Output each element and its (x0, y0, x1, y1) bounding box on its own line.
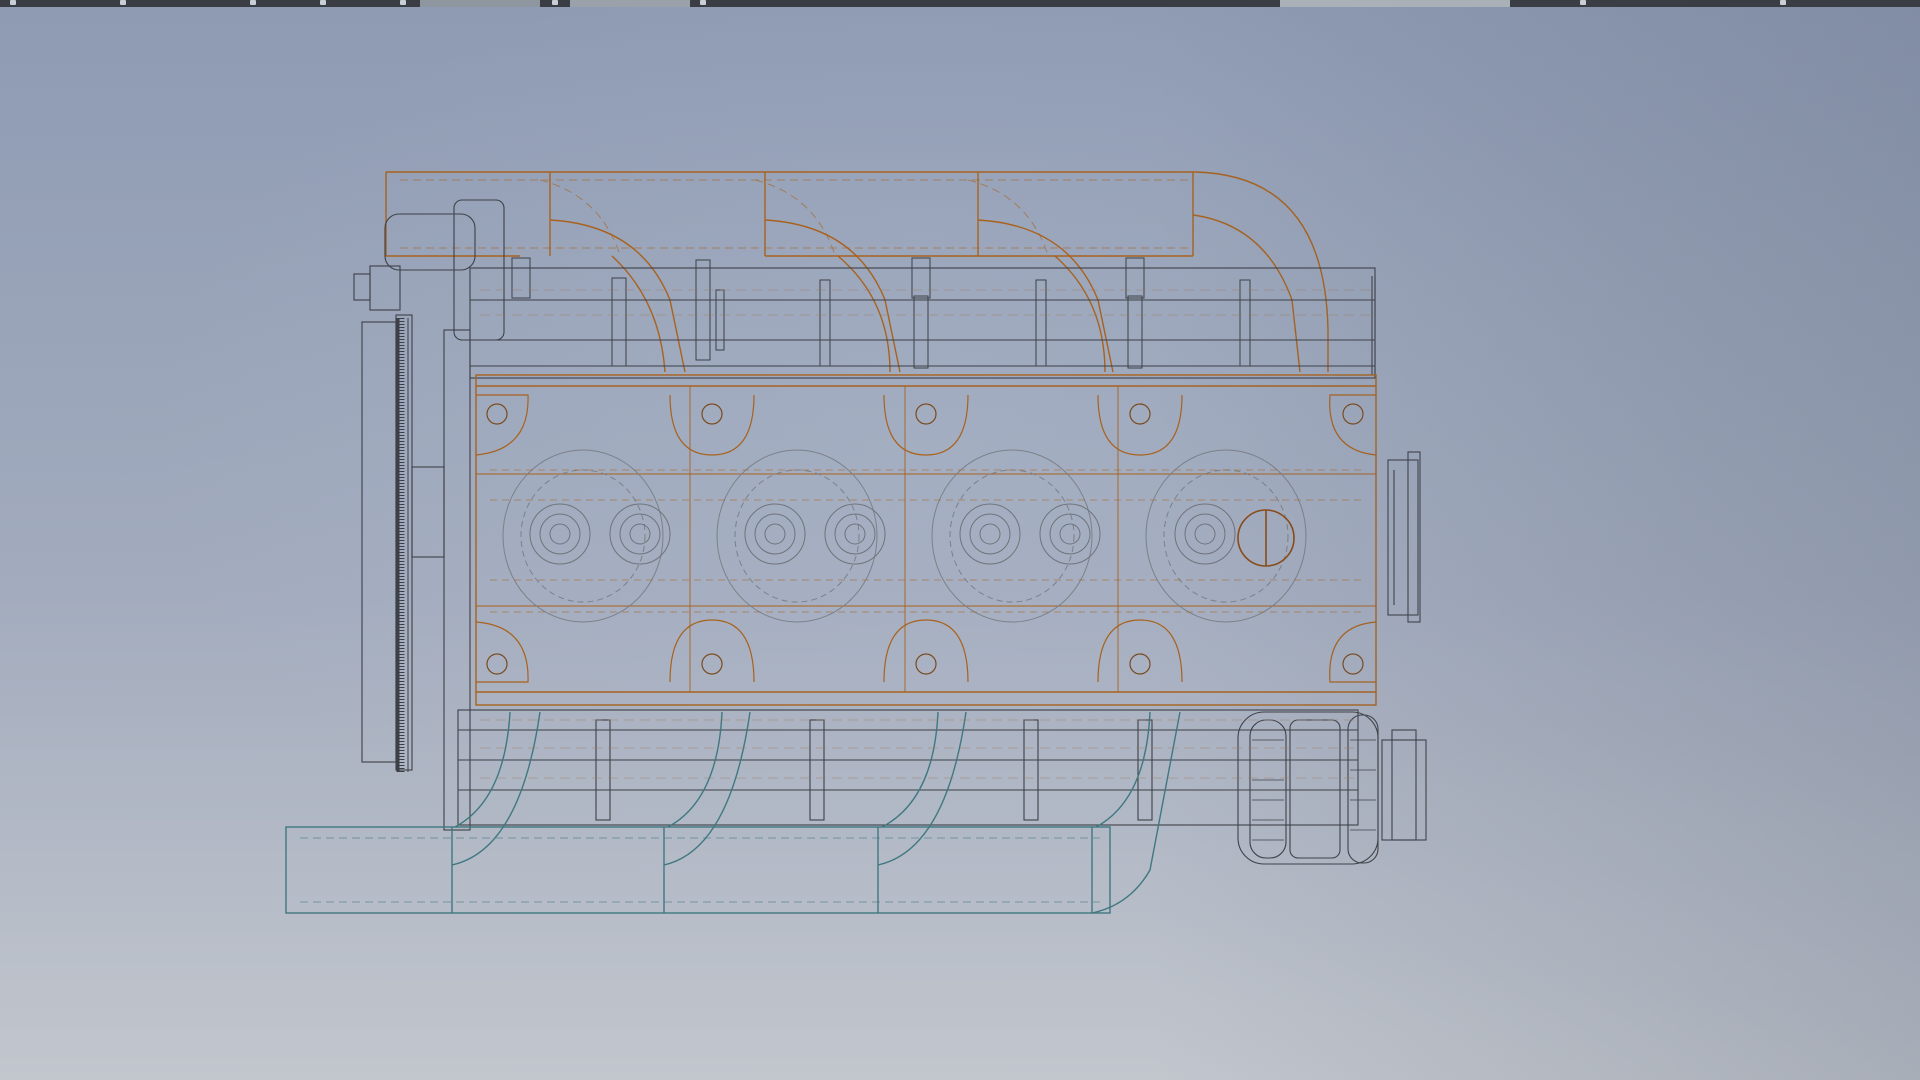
head-bolts (486, 403, 1364, 675)
ribbon-tab-strip-2[interactable] (570, 0, 690, 7)
exhaust-manifold (285, 711, 1181, 914)
valve-train-bottom (457, 709, 1359, 826)
spark-plug-port[interactable] (1237, 509, 1295, 567)
application-window (0, 0, 1920, 1080)
view-cube-icon[interactable] (552, 0, 558, 5)
save-icon[interactable] (250, 0, 256, 5)
flywheel-teeth (396, 318, 409, 772)
redo-icon[interactable] (400, 0, 406, 5)
head-bolt-bosses (475, 394, 1377, 683)
app-menu-icon[interactable] (10, 0, 16, 5)
valve-seats (529, 503, 1236, 565)
quick-access-toolbar[interactable] (0, 0, 420, 7)
help-icon[interactable] (700, 0, 706, 5)
intake-manifold-hidden (400, 179, 1190, 256)
user-icon[interactable] (1580, 0, 1586, 5)
ribbon-tab-strip[interactable] (420, 0, 540, 7)
right-toolbar-strip (1510, 0, 1920, 7)
toolbar-strip (0, 0, 1920, 7)
ribbon-panel-strip (690, 0, 1280, 7)
graphics-viewport[interactable] (0, 7, 1920, 1080)
rear-pulley[interactable] (1387, 451, 1421, 623)
engine-wireframe-model[interactable] (0, 7, 1920, 1080)
intake-manifold (385, 171, 1329, 373)
rocker-posts-top (511, 257, 1251, 369)
search-strip[interactable] (1280, 0, 1510, 7)
water-pump[interactable] (1237, 711, 1427, 865)
settings-icon[interactable] (1780, 0, 1786, 5)
valve-train-top (469, 267, 1376, 379)
timing-gear-assembly[interactable] (353, 199, 505, 831)
undo-icon[interactable] (320, 0, 326, 5)
exhaust-hidden-lines (300, 837, 1100, 903)
document-icon[interactable] (120, 0, 126, 5)
